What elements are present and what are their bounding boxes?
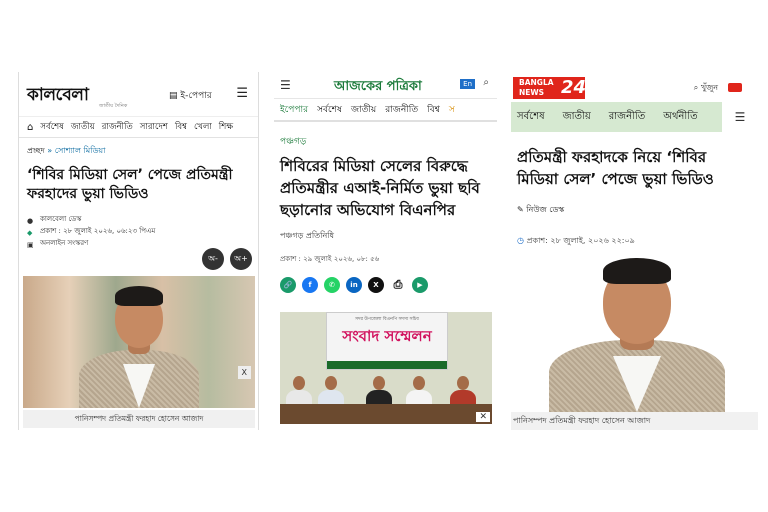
banglanews24-screenshot: BANGLA NEWS 24 ⌕ খুঁজুন সর্বশেষ জাতীয় র… xyxy=(511,72,758,430)
banglanews-nav: সর্বশেষ জাতীয় রাজনীতি অর্থনীতি ☰ xyxy=(511,102,758,132)
nav-item[interactable]: জাতীয় xyxy=(351,102,376,117)
nav-item[interactable]: সারাদেশ xyxy=(140,120,168,134)
x-icon[interactable]: X xyxy=(368,277,384,293)
ajker-logo[interactable]: আজকের পত্রিকা xyxy=(334,77,422,98)
author-name[interactable]: কালবেলা ডেস্ক xyxy=(40,213,81,225)
nav-item[interactable]: সর্বশেষ xyxy=(317,102,342,117)
nav-item[interactable]: সর্বশেষ xyxy=(40,120,63,134)
logo-number: 24 xyxy=(561,77,587,98)
author-line: ✎ নিউজ ডেস্ক xyxy=(517,204,758,217)
article-title: প্রতিমন্ত্রী ফরহাদকে নিয়ে ‘শিবির মিডিয়… xyxy=(517,148,714,188)
clock-icon: ◷ xyxy=(517,236,524,245)
copy-link-icon[interactable]: 🔗 xyxy=(280,277,296,293)
search-icon[interactable]: ⌕ xyxy=(483,77,489,88)
article-photo: X xyxy=(23,276,255,408)
linkedin-icon[interactable]: in xyxy=(346,277,362,293)
search-label: খুঁজুন xyxy=(700,83,718,92)
whatsapp-icon[interactable]: ✆ xyxy=(324,277,340,293)
article-photo xyxy=(511,246,758,412)
nav-item[interactable]: সর্বশেষ xyxy=(517,109,545,126)
photo-caption: পানিসম্পদ প্রতিমন্ত্রী ফরহাদ হোসেন আজাদ xyxy=(23,410,255,428)
kalbela-screenshot: কালবেলা জাতীয় দৈনিক ▤ ই-পেপার ☰ ⌂ সর্বশ… xyxy=(18,72,259,430)
search-icon: ⌕ xyxy=(693,83,699,92)
kalbela-logo[interactable]: কালবেলা xyxy=(27,82,89,110)
nav-item[interactable]: বিশ্ব xyxy=(175,120,187,134)
kalbela-logo-tagline: জাতীয় দৈনিক xyxy=(99,103,128,109)
menu-icon[interactable]: ☰ xyxy=(280,78,291,92)
banner-strip xyxy=(327,361,447,369)
breadcrumb-separator: » xyxy=(47,146,53,155)
publish-date: প্রকাশ: ২৮ জুলাই, ২০২৬ ২২:০৯ xyxy=(526,236,635,245)
ajker-header: ☰ আজকের পত্রিকা En ⌕ xyxy=(274,72,497,98)
article-title: ‘শিবির মিডিয়া সেল’ পেজে প্রতিমন্ত্রী ফর… xyxy=(27,167,233,202)
table xyxy=(280,404,492,424)
nav-item[interactable]: স xyxy=(449,102,455,117)
person-portrait xyxy=(549,252,725,412)
clock-icon: ◆ xyxy=(27,229,33,237)
play-icon[interactable]: ▶ xyxy=(412,277,428,293)
nav-item[interactable]: শিক্ষ xyxy=(219,120,233,134)
kalbela-logo-text: কালবেলা xyxy=(27,85,89,105)
breadcrumb-category[interactable]: সোশ্যাল মিডিয়া xyxy=(55,146,106,155)
pen-icon: ✎ xyxy=(517,205,524,214)
ajker-nav: ইপেপার সর্বশেষ জাতীয় রাজনীতি বিশ্ব স xyxy=(274,98,497,122)
epaper-link[interactable]: ▤ ই-পেপার xyxy=(169,88,212,103)
home-icon[interactable]: ⌂ xyxy=(27,122,33,133)
share-bar: 🔗 f ✆ in X ⎙ ▶ xyxy=(280,277,497,293)
nav-item[interactable]: রাজনীতি xyxy=(102,120,133,134)
article-title: শিবিরের মিডিয়া সেলের বিরুদ্ধে প্রতিমন্ত… xyxy=(280,157,480,219)
breadcrumb-home[interactable]: প্রচ্ছদ xyxy=(27,146,45,155)
font-size-controls: অ- অ+ xyxy=(202,248,252,270)
nav-item[interactable]: রাজনীতি xyxy=(385,102,418,117)
banner-title: সংবাদ সম্মেলন xyxy=(342,327,432,345)
nav-item[interactable]: খেলা xyxy=(194,120,212,134)
edition-icon: ▣ xyxy=(27,241,34,249)
newspaper-icon: ▤ xyxy=(169,91,178,101)
epaper-label: ই-পেপার xyxy=(180,91,212,101)
banner-subtitle: সদর উপজেলা বিএনপি সদস্য সচিব xyxy=(355,317,419,322)
user-icon: ● xyxy=(27,217,34,225)
language-toggle[interactable]: En xyxy=(460,79,475,89)
nav-item[interactable]: অর্থনীতি xyxy=(663,109,697,126)
author-name: পঞ্চগড় প্রতিনিধি xyxy=(280,231,335,240)
youtube-icon[interactable] xyxy=(728,83,742,92)
font-increase-button[interactable]: অ+ xyxy=(230,248,252,270)
ajker-patrika-screenshot: ☰ আজকের পত্রিকা En ⌕ ইপেপার সর্বশেষ জাতী… xyxy=(274,72,497,430)
nav-item[interactable]: জাতীয় xyxy=(71,120,95,134)
nav-item[interactable]: রাজনীতি xyxy=(609,109,646,126)
menu-icon[interactable]: ☰ xyxy=(236,86,248,101)
nav-item[interactable]: ইপেপার xyxy=(280,102,308,117)
press-banner: সদর উপজেলা বিএনপি সদস্য সচিব সংবাদ সম্মে… xyxy=(326,312,448,370)
font-decrease-button[interactable]: অ- xyxy=(202,248,224,270)
publish-date: প্রকাশ : ২৮ জুলাই ২০২৬, ০৬:২৩ পিএম xyxy=(40,227,156,235)
photo-caption: পানিসম্পদ প্রতিমন্ত্রী ফরহাদ হোসেন আজাদ xyxy=(511,412,758,430)
person-portrait xyxy=(79,282,199,408)
print-icon[interactable]: ⎙ xyxy=(390,277,406,293)
close-ad-button[interactable]: ✕ xyxy=(476,412,490,422)
article-meta: ● কালবেলা ডেস্ক ◆ প্রকাশ : ২৮ জুলাই ২০২৬, … xyxy=(27,213,258,249)
nav-item[interactable]: বিশ্ব xyxy=(427,102,440,117)
menu-icon[interactable]: ☰ xyxy=(722,102,758,132)
breadcrumb: প্রচ্ছদ » সোশ্যাল মিডিয়া xyxy=(27,145,258,158)
kalbela-nav: ⌂ সর্বশেষ জাতীয় রাজনীতি সারাদেশ বিশ্ব খ… xyxy=(19,116,258,138)
close-ad-button[interactable]: X xyxy=(237,366,251,379)
banglanews-logo[interactable]: BANGLA NEWS 24 xyxy=(513,77,587,99)
kalbela-header: কালবেলা জাতীয় দৈনিক ▤ ই-পেপার ☰ xyxy=(19,72,258,116)
author-name: নিউজ ডেস্ক xyxy=(526,205,565,214)
banglanews-header: BANGLA NEWS 24 ⌕ খুঁজুন xyxy=(511,72,758,102)
edition-label: অনলাইন সংস্করণ xyxy=(40,239,89,247)
nav-item[interactable]: জাতীয় xyxy=(563,109,591,126)
search-button[interactable]: ⌕ খুঁজুন xyxy=(694,82,718,95)
article-category[interactable]: পঞ্চগড় xyxy=(280,134,497,149)
press-conference-photo: সদর উপজেলা বিএনপি সদস্য সচিব সংবাদ সম্মে… xyxy=(280,312,492,424)
facebook-icon[interactable]: f xyxy=(302,277,318,293)
publish-date: প্রকাশ : ২৯ জুলাই ২০২৬, ০৮: ৫৬ xyxy=(280,255,380,263)
